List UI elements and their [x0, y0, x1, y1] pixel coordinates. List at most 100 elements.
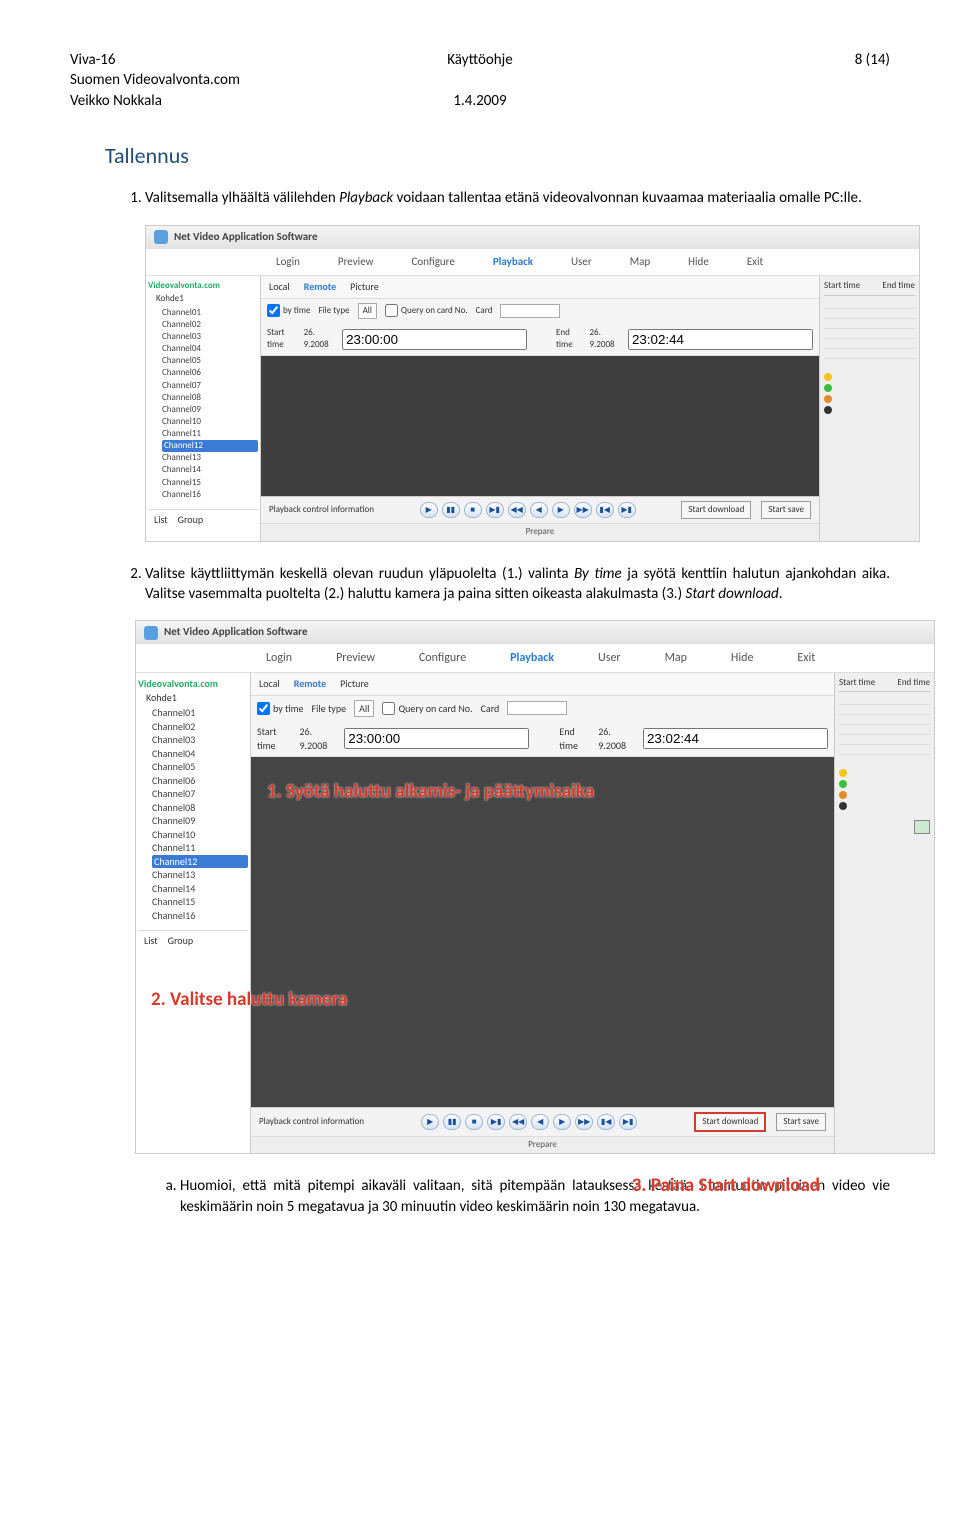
channel-item[interactable]: Channel01 [162, 307, 258, 319]
channel-item[interactable]: Channel10 [152, 828, 248, 842]
channel-item[interactable]: Channel16 [152, 909, 248, 923]
channel-item[interactable]: Channel02 [152, 720, 248, 734]
play-icon[interactable]: ▶ [420, 502, 438, 518]
menu-preview[interactable]: Preview [338, 255, 374, 270]
menu-map[interactable]: Map [630, 255, 650, 270]
ffwd-icon[interactable]: ▶▶ [575, 1114, 593, 1130]
channel-item[interactable]: Channel06 [152, 774, 248, 788]
stop-icon[interactable]: ■ [464, 502, 482, 518]
channel-item[interactable]: Channel08 [162, 392, 258, 404]
end-time[interactable] [643, 728, 828, 749]
tab-remote[interactable]: Remote [294, 677, 326, 691]
end-date[interactable]: 26. 9.2008 [598, 725, 637, 752]
back-icon[interactable]: ◀ [531, 1114, 549, 1130]
channel-item[interactable]: Channel08 [152, 801, 248, 815]
channel-item[interactable]: Channel07 [152, 787, 248, 801]
channel-item[interactable]: Channel04 [152, 747, 248, 761]
channel-item[interactable]: Channel13 [152, 868, 248, 882]
card-input[interactable] [507, 701, 567, 715]
rewind-icon[interactable]: ◀◀ [508, 502, 526, 518]
prev-icon[interactable]: ▮◀ [597, 1114, 615, 1130]
channel-item[interactable]: Channel05 [152, 760, 248, 774]
channel-item[interactable]: Channel07 [162, 380, 258, 392]
menu-playback[interactable]: Playback [510, 650, 554, 666]
channel-item[interactable]: Channel02 [162, 319, 258, 331]
sidebar-list-btn[interactable]: List [154, 513, 168, 527]
channel-item[interactable]: Channel05 [162, 355, 258, 367]
channel-item[interactable]: Channel15 [162, 477, 258, 489]
menu-configure[interactable]: Configure [412, 255, 455, 270]
channel-item[interactable]: Channel13 [162, 452, 258, 464]
step-icon[interactable]: ▶▮ [486, 502, 504, 518]
tree-root[interactable]: Videovalvonta.com [148, 280, 258, 292]
channel-item[interactable]: Channel12 [162, 440, 258, 452]
start-save-button[interactable]: Start save [761, 501, 811, 519]
filetype-select[interactable]: All [354, 700, 374, 718]
snapshot-icon[interactable] [914, 820, 930, 834]
tab-picture[interactable]: Picture [340, 677, 369, 691]
query-card-checkbox[interactable]: Query on card No. [385, 304, 468, 317]
channel-item[interactable]: Channel04 [162, 343, 258, 355]
channel-item[interactable]: Channel01 [152, 706, 248, 720]
start-time[interactable] [342, 329, 527, 350]
bytime-checkbox[interactable]: by time [267, 304, 310, 317]
channel-item[interactable]: Channel14 [152, 882, 248, 896]
menu-user[interactable]: User [598, 650, 621, 666]
end-date[interactable]: 26. 9.2008 [590, 327, 623, 351]
rewind-icon[interactable]: ◀◀ [509, 1114, 527, 1130]
channel-item[interactable]: Channel12 [152, 855, 248, 869]
card-input[interactable] [500, 304, 560, 318]
menu-user[interactable]: User [571, 255, 592, 270]
start-save-button[interactable]: Start save [776, 1113, 826, 1131]
start-download-button[interactable]: Start download [694, 1112, 766, 1132]
step-icon[interactable]: ▶▮ [487, 1114, 505, 1130]
channel-item[interactable]: Channel09 [162, 404, 258, 416]
end-time[interactable] [628, 329, 813, 350]
pause-icon[interactable]: ▮▮ [443, 1114, 461, 1130]
channel-item[interactable]: Channel14 [162, 464, 258, 476]
fwd-icon[interactable]: ▶ [552, 502, 570, 518]
sidebar-group-btn[interactable]: Group [168, 934, 193, 948]
start-download-button[interactable]: Start download [681, 501, 751, 519]
sidebar-list-btn[interactable]: List [144, 934, 158, 948]
menu-hide[interactable]: Hide [731, 650, 754, 666]
menu-map[interactable]: Map [665, 650, 687, 666]
pause-icon[interactable]: ▮▮ [442, 502, 460, 518]
start-date[interactable]: 26. 9.2008 [304, 327, 337, 351]
play-icon[interactable]: ▶ [421, 1114, 439, 1130]
tree-folder[interactable]: Kohde1 [156, 293, 258, 305]
start-date[interactable]: 26. 9.2008 [299, 725, 338, 752]
channel-item[interactable]: Channel11 [152, 841, 248, 855]
menu-exit[interactable]: Exit [747, 255, 763, 270]
start-time[interactable] [344, 728, 529, 749]
channel-item[interactable]: Channel11 [162, 428, 258, 440]
channel-item[interactable]: Channel03 [162, 331, 258, 343]
ffwd-icon[interactable]: ▶▶ [574, 502, 592, 518]
channel-item[interactable]: Channel15 [152, 895, 248, 909]
query-card-checkbox[interactable]: Query on card No. [382, 702, 472, 716]
channel-item[interactable]: Channel06 [162, 367, 258, 379]
tab-picture[interactable]: Picture [350, 280, 379, 294]
sidebar-group-btn[interactable]: Group [178, 513, 203, 527]
menu-login[interactable]: Login [266, 650, 292, 666]
back-icon[interactable]: ◀ [530, 502, 548, 518]
next-icon[interactable]: ▶▮ [618, 502, 636, 518]
menu-login[interactable]: Login [276, 255, 300, 270]
tab-remote[interactable]: Remote [304, 280, 336, 294]
menu-exit[interactable]: Exit [797, 650, 815, 666]
tree-root[interactable]: Videovalvonta.com [138, 677, 248, 691]
prev-icon[interactable]: ▮◀ [596, 502, 614, 518]
channel-item[interactable]: Channel03 [152, 733, 248, 747]
tab-local[interactable]: Local [259, 677, 280, 691]
menu-preview[interactable]: Preview [336, 650, 375, 666]
channel-item[interactable]: Channel10 [162, 416, 258, 428]
fwd-icon[interactable]: ▶ [553, 1114, 571, 1130]
menu-configure[interactable]: Configure [419, 650, 466, 666]
channel-item[interactable]: Channel09 [152, 814, 248, 828]
menu-playback[interactable]: Playback [493, 255, 533, 270]
filetype-select[interactable]: All [358, 303, 377, 319]
next-icon[interactable]: ▶▮ [619, 1114, 637, 1130]
stop-icon[interactable]: ■ [465, 1114, 483, 1130]
tree-folder[interactable]: Kohde1 [146, 691, 248, 705]
tab-local[interactable]: Local [269, 280, 290, 294]
